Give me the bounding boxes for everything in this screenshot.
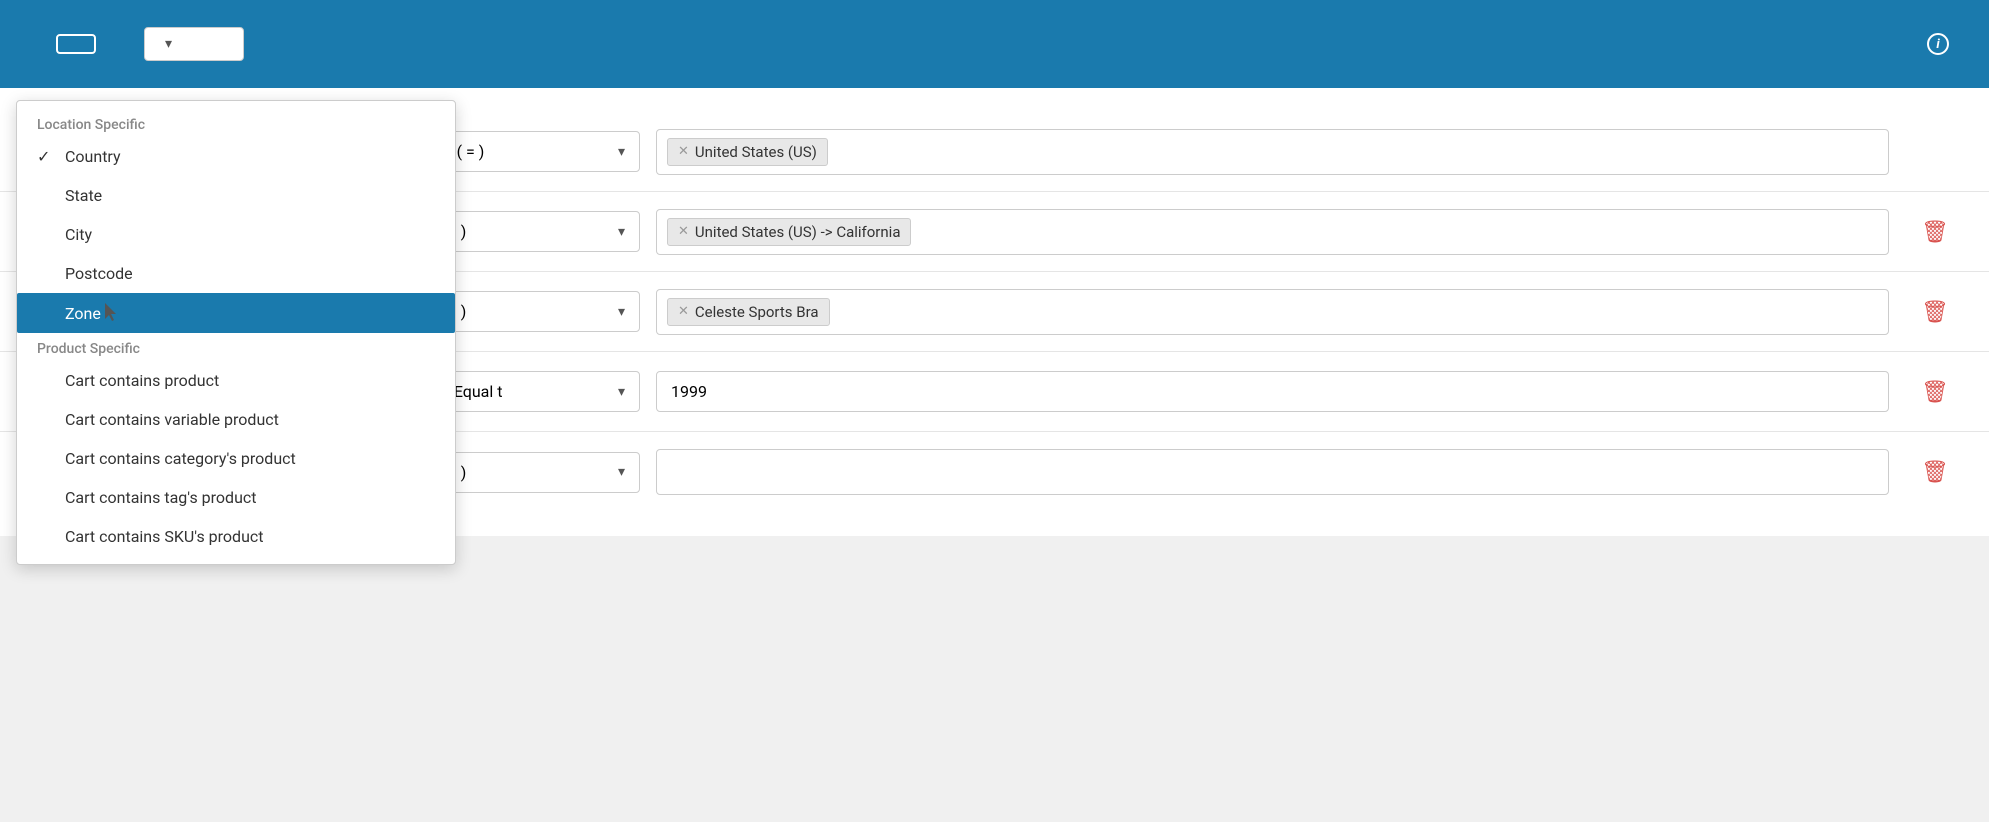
dropdown-item-cart-product[interactable]: Cart contains product <box>17 361 455 400</box>
delete-rule-button[interactable]: 🗑 <box>1921 219 1949 245</box>
delete-rule-button[interactable]: 🗑 <box>1921 299 1949 325</box>
view-documentation-button[interactable]: i <box>1927 33 1957 55</box>
tag-label: Celeste Sports Bra <box>695 303 819 321</box>
delete-rule-button[interactable]: 🗑 <box>1921 459 1949 485</box>
tag-label: United States (US) <box>695 143 817 161</box>
value-input[interactable]: 1999 <box>656 371 1889 412</box>
operator-chevron-icon: ▾ <box>618 144 625 160</box>
tag-remove-icon[interactable]: ✕ <box>678 224 689 239</box>
value-tag: ✕ Celeste Sports Bra <box>667 298 830 326</box>
dropdown-item-zone[interactable]: Zone <box>17 293 455 333</box>
dropdown-item-postcode[interactable]: Postcode <box>17 254 455 293</box>
operator-chevron-icon: ▾ <box>618 384 625 400</box>
dropdown-group-label: Product Specific <box>17 333 455 361</box>
value-container[interactable]: ✕ Celeste Sports Bra <box>656 289 1889 335</box>
operator-chevron-icon: ▾ <box>618 304 625 320</box>
header: ▾ i <box>0 0 1989 88</box>
value-container[interactable]: ✕ United States (US) <box>656 129 1889 175</box>
dropdown-item-cart-tag[interactable]: Cart contains tag's product <box>17 478 455 517</box>
dropdown-item-cart-sku[interactable]: Cart contains SKU's product <box>17 517 455 556</box>
type-dropdown[interactable]: Location SpecificCountryStateCityPostcod… <box>16 100 456 565</box>
dropdown-item-country[interactable]: Country <box>17 137 455 176</box>
dropdown-item-cart-variable[interactable]: Cart contains variable product <box>17 400 455 439</box>
operator-chevron-icon: ▾ <box>618 464 625 480</box>
tag-label: United States (US) -> California <box>695 223 901 241</box>
add-rule-button[interactable] <box>56 34 96 54</box>
operator-chevron-icon: ▾ <box>618 224 625 240</box>
value-tag: ✕ United States (US) -> California <box>667 218 911 246</box>
delete-rule-button[interactable]: 🗑 <box>1921 379 1949 405</box>
dropdown-item-cart-category[interactable]: Cart contains category's product <box>17 439 455 478</box>
match-select-chevron-icon: ▾ <box>165 36 172 52</box>
tag-remove-icon[interactable]: ✕ <box>678 144 689 159</box>
match-select[interactable]: ▾ <box>144 27 244 61</box>
cursor-icon <box>105 303 119 323</box>
value-tag: ✕ United States (US) <box>667 138 828 166</box>
dropdown-item-city[interactable]: City <box>17 215 455 254</box>
dropdown-item-state[interactable]: State <box>17 176 455 215</box>
info-icon: i <box>1927 33 1949 55</box>
dropdown-group-label: Location Specific <box>17 109 455 137</box>
value-container[interactable] <box>656 449 1889 495</box>
rules-container: Country ▾ Equal to ( = ) ▾ ✕ United Stat… <box>0 88 1989 536</box>
value-container[interactable]: ✕ United States (US) -> California <box>656 209 1889 255</box>
tag-remove-icon[interactable]: ✕ <box>678 304 689 319</box>
